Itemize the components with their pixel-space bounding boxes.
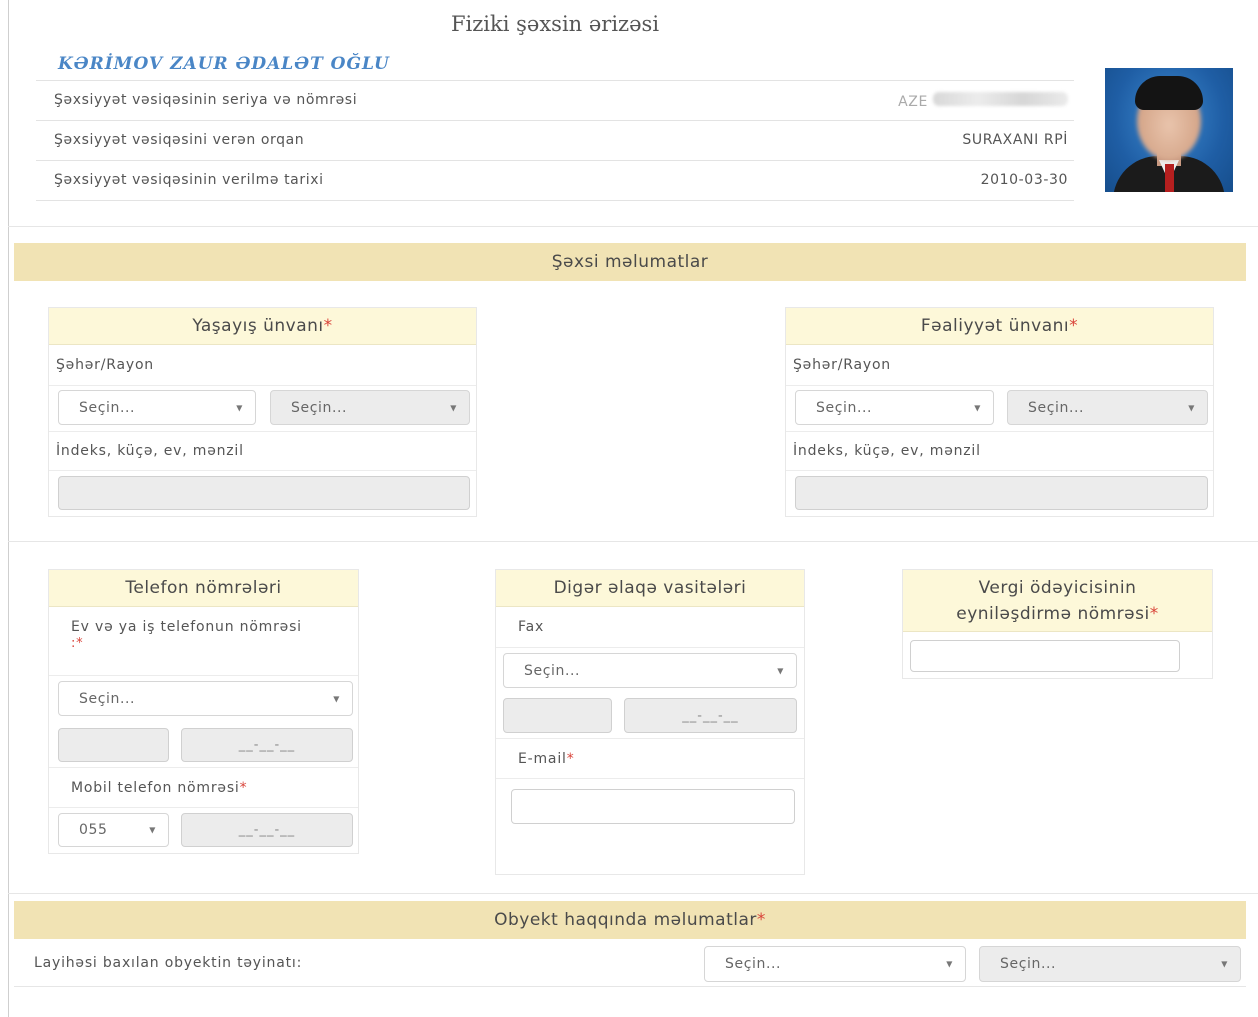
row-divider <box>496 738 804 739</box>
id-issuer-value: SURAXANI RPİ <box>962 132 1068 148</box>
page-title: Fiziki şəxsin ərizəsi <box>450 12 660 36</box>
divider <box>8 893 1258 894</box>
mobile-prefix-select[interactable]: 055 ▼ <box>58 813 169 847</box>
row-divider <box>49 807 358 808</box>
row-divider <box>49 385 476 386</box>
home-phone-prefix-input[interactable] <box>58 728 169 762</box>
activity-address-input[interactable] <box>795 476 1208 510</box>
activity-address-box: Fəaliyyət ünvanı* Şəhər/Rayon Seçin... ▼ … <box>785 307 1214 517</box>
activity-address-label: İndeks, küçə, ev, mənzil <box>793 443 981 459</box>
activity-city-select[interactable]: Seçin... ▼ <box>795 390 994 425</box>
id-series-value: AZE <box>898 92 1068 110</box>
row-divider <box>49 470 476 471</box>
chevron-down-icon: ▼ <box>946 959 953 969</box>
fax-label: Fax <box>518 619 545 635</box>
row-divider <box>49 675 358 676</box>
residence-address-label: İndeks, küçə, ev, mənzil <box>56 443 244 459</box>
home-phone-label: Ev və ya iş telefonun nömrəsi :* <box>71 619 302 651</box>
activity-city-label: Şəhər/Rayon <box>793 357 891 373</box>
email-label: E-mail* <box>518 751 575 767</box>
applicant-photo <box>1105 68 1233 192</box>
id-series-label: Şəxsiyyət vəsiqəsinin seriya və nömrəsi <box>54 92 358 108</box>
chevron-down-icon: ▼ <box>450 403 457 412</box>
object-purpose-label: Layihəsi baxılan obyektin təyinatı: <box>34 955 303 971</box>
section-personal-info: Şəxsi məlumatlar <box>14 243 1246 281</box>
residence-box-header: Yaşayış ünvanı* <box>49 308 476 345</box>
chevron-down-icon: ▼ <box>974 403 981 412</box>
divider <box>8 226 1258 227</box>
chevron-down-icon: ▼ <box>1221 959 1228 969</box>
residence-address-box: Yaşayış ünvanı* Şəhər/Rayon Seçin... ▼ Se… <box>48 307 477 517</box>
mobile-phone-label: Mobil telefon nömrəsi* <box>71 780 248 796</box>
activity-district-select[interactable]: Seçin... ▼ <box>1007 390 1208 425</box>
row-divider <box>786 385 1213 386</box>
activity-box-header: Fəaliyyət ünvanı* <box>786 308 1213 345</box>
other-contacts-header: Digər əlaqə vasitələri <box>496 570 804 607</box>
email-input[interactable] <box>511 789 795 824</box>
home-phone-number-input[interactable]: __-__-__ <box>181 728 353 762</box>
applicant-name: KƏRİMOV ZAUR ƏDALƏT OĞLU <box>58 54 390 74</box>
residence-city-select[interactable]: Seçin... ▼ <box>58 390 256 425</box>
tax-id-box: Vergi ödəyicisinin eyniləşdirmə nömrəsi* <box>902 569 1213 679</box>
fax-code-select[interactable]: Seçin... ▼ <box>503 653 797 688</box>
residence-address-input[interactable] <box>58 476 470 510</box>
row-divider <box>786 431 1213 432</box>
section-object-info: Obyekt haqqında məlumatlar* <box>14 901 1246 939</box>
chevron-down-icon: ▼ <box>333 694 340 703</box>
fax-prefix-input[interactable] <box>503 698 612 733</box>
fax-number-input[interactable]: __-__-__ <box>624 698 797 733</box>
mobile-number-input[interactable]: __-__-__ <box>181 813 353 847</box>
residence-city-label: Şəhər/Rayon <box>56 357 154 373</box>
chevron-down-icon: ▼ <box>236 403 243 412</box>
row-divider <box>49 767 358 768</box>
divider <box>8 541 1258 542</box>
row-divider <box>496 647 804 648</box>
phones-box-header: Telefon nömrələri <box>49 570 358 607</box>
id-date-value: 2010-03-30 <box>980 172 1068 188</box>
residence-district-select[interactable]: Seçin... ▼ <box>270 390 470 425</box>
phone-numbers-box: Telefon nömrələri Ev və ya iş telefonun … <box>48 569 359 854</box>
tax-id-input[interactable] <box>910 640 1180 672</box>
home-phone-code-select[interactable]: Seçin... ▼ <box>58 681 353 716</box>
id-row-date: Şəxsiyyət vəsiqəsinin verilmə tarixi 201… <box>36 160 1074 201</box>
tax-id-header: Vergi ödəyicisinin eyniləşdirmə nömrəsi* <box>903 570 1212 632</box>
id-issuer-label: Şəxsiyyət vəsiqəsini verən orqan <box>54 132 305 148</box>
row-divider <box>496 778 804 779</box>
row-divider <box>786 470 1213 471</box>
chevron-down-icon: ▼ <box>149 825 156 835</box>
object-subpurpose-select[interactable]: Seçin... ▼ <box>979 946 1241 982</box>
object-purpose-select[interactable]: Seçin... ▼ <box>704 946 966 982</box>
other-contacts-box: Digər əlaqə vasitələri Fax Seçin... ▼ __-… <box>495 569 805 875</box>
divider <box>14 986 1246 987</box>
id-date-label: Şəxsiyyət vəsiqəsinin verilmə tarixi <box>54 172 324 188</box>
chevron-down-icon: ▼ <box>777 666 784 675</box>
id-row-issuer: Şəxsiyyət vəsiqəsini verən orqan SURAXAN… <box>36 120 1074 160</box>
id-row-series: Şəxsiyyət vəsiqəsinin seriya və nömrəsi … <box>36 80 1074 120</box>
chevron-down-icon: ▼ <box>1188 403 1195 412</box>
row-divider <box>49 431 476 432</box>
